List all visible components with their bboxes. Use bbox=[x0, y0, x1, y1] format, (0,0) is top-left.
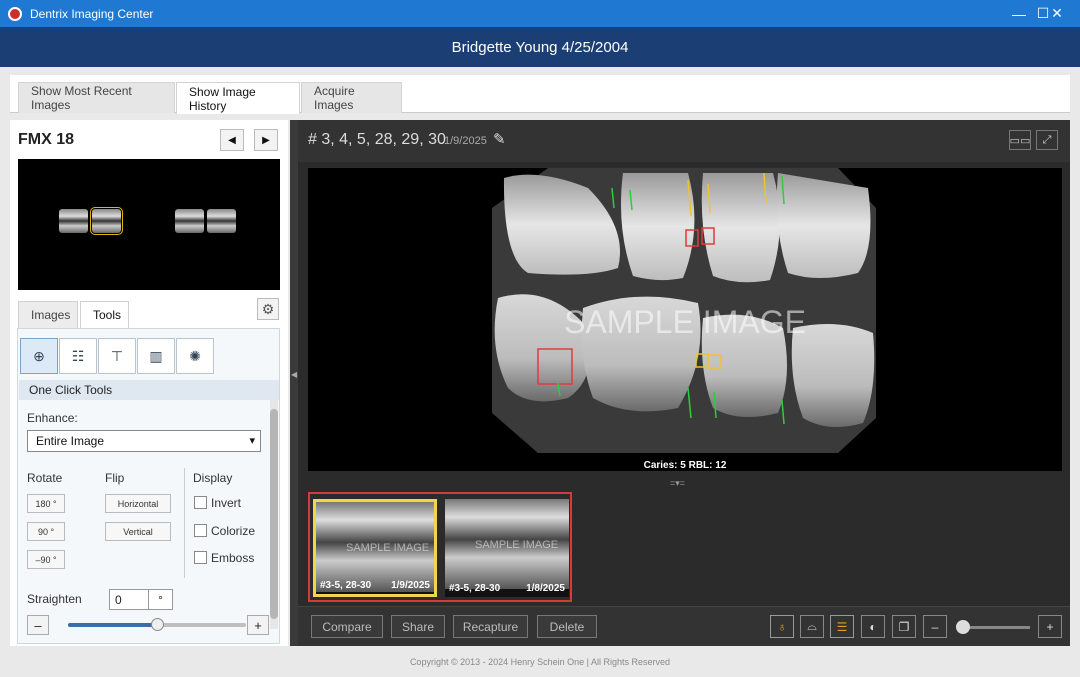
teeth-title: # 3, 4, 5, 28, 29, 30 bbox=[308, 131, 446, 148]
app-logo-icon bbox=[8, 6, 22, 21]
xray-image[interactable]: SAMPLE IMAGE Caries: 5 RBL: 12 bbox=[308, 168, 1062, 471]
strip-handle[interactable]: =▾= bbox=[670, 478, 685, 489]
collapse-arrow-icon: ◀ bbox=[291, 370, 298, 379]
share-button[interactable]: Share bbox=[391, 615, 445, 638]
image-viewer: # 3, 4, 5, 28, 29, 30 1/9/2025 ✎ ▭▭ ⤢ SA… bbox=[298, 120, 1070, 646]
rotate-label: Rotate bbox=[27, 471, 63, 485]
app-title: Dentrix Imaging Center bbox=[30, 6, 154, 21]
straighten-label: Straighten bbox=[27, 592, 82, 606]
viewer-toolbar: Compare Share Recapture Delete ♁ ⌓ ☰ ◐ ❐… bbox=[298, 606, 1070, 646]
caries-rbl-caption: Caries: 5 RBL: 12 bbox=[644, 460, 727, 471]
display-label: Display bbox=[193, 471, 233, 485]
tab-bar: Show Most Recent Images Show Image Histo… bbox=[10, 75, 1070, 114]
straighten-slider-thumb[interactable] bbox=[151, 618, 164, 631]
one-click-tools-heading: One Click Tools bbox=[19, 380, 279, 400]
compare-button[interactable]: Compare bbox=[311, 615, 383, 638]
straighten-slider[interactable] bbox=[68, 618, 246, 631]
straighten-unit: ° bbox=[148, 589, 173, 610]
thumbnail-watermark: SAMPLE IMAGE bbox=[475, 539, 559, 551]
annotation-icon[interactable]: ☷ bbox=[59, 338, 97, 374]
divider bbox=[184, 468, 185, 578]
scrollbar-thumb[interactable] bbox=[270, 409, 278, 619]
emboss-label: Emboss bbox=[211, 551, 255, 565]
delete-button[interactable]: Delete bbox=[537, 615, 597, 638]
straighten-input[interactable]: 0 bbox=[109, 589, 149, 610]
invert-label: Invert bbox=[211, 496, 242, 510]
fmx-image-thumb[interactable] bbox=[59, 209, 88, 233]
thumbnail-date: 1/8/2025 bbox=[526, 583, 565, 594]
watermark: SAMPLE IMAGE bbox=[564, 304, 806, 340]
colorize-label: Colorize bbox=[211, 524, 256, 538]
straighten-plus-button[interactable]: + bbox=[247, 615, 269, 635]
recapture-button[interactable]: Recapture bbox=[453, 615, 528, 638]
flip-vertical-button[interactable]: Vertical bbox=[105, 522, 171, 541]
copyright-footer: Copyright © 2013 - 2024 Henry Schein One… bbox=[409, 657, 671, 667]
straighten-minus-button[interactable]: – bbox=[27, 615, 49, 635]
selection-tool-icon[interactable]: ⊕ bbox=[20, 338, 58, 374]
fmx-image-thumb[interactable] bbox=[175, 209, 204, 233]
layout-toggle-icon[interactable]: ▭▭ bbox=[1009, 130, 1031, 150]
light-bulb-icon[interactable]: ✺ bbox=[176, 338, 214, 374]
upper-tooth bbox=[620, 173, 695, 281]
previous-series-button[interactable]: ◀ bbox=[220, 129, 244, 151]
tab-acquire-images[interactable]: Acquire Images bbox=[301, 82, 402, 113]
measure-icon[interactable]: ⊤ bbox=[98, 338, 136, 374]
tools-panel: ⊕ ☷ ⊤ ▥ ✺ One Click Tools Enhance: Entir… bbox=[17, 328, 280, 644]
patient-header: Bridgette Young 4/25/2004 bbox=[0, 27, 1080, 67]
thumbnail-teeth: #3-5, 28-30 bbox=[320, 580, 372, 591]
rotate-minus-90-button[interactable]: –90 ° bbox=[27, 550, 65, 569]
emboss-checkbox[interactable] bbox=[194, 551, 207, 564]
title-bar: Dentrix Imaging Center — ☐ ✕ bbox=[0, 0, 1080, 27]
history-thumbnails: SAMPLE IMAGE #3-5, 28-30 1/9/2025 SAMPLE… bbox=[308, 492, 572, 602]
history-thumbnail-selected[interactable]: SAMPLE IMAGE #3-5, 28-30 1/9/2025 bbox=[313, 499, 437, 597]
history-thumbnail[interactable]: SAMPLE IMAGE #3-5, 28-30 1/8/2025 bbox=[445, 499, 569, 597]
enhance-value: Entire Image bbox=[36, 434, 105, 448]
panel-splitter[interactable]: ◀ bbox=[290, 120, 298, 646]
copy-icon[interactable]: ❐ bbox=[892, 615, 916, 638]
settings-gear-button[interactable]: ⚙ bbox=[257, 298, 279, 320]
thumbnail-date: 1/9/2025 bbox=[391, 580, 430, 591]
enhance-select[interactable]: Entire Image ▾ bbox=[27, 430, 261, 452]
image-date: 1/9/2025 bbox=[444, 135, 487, 147]
upper-tooth bbox=[776, 173, 871, 278]
zoom-out-button[interactable]: – bbox=[923, 615, 947, 638]
tab-show-most-recent[interactable]: Show Most Recent Images bbox=[18, 82, 175, 113]
fmx-preview[interactable] bbox=[18, 159, 280, 290]
rotate-90-button[interactable]: 90 ° bbox=[27, 522, 65, 541]
adjust-sliders-icon[interactable]: ☰ bbox=[830, 615, 854, 638]
enhance-label: Enhance: bbox=[27, 411, 78, 425]
straighten-slider-fill bbox=[68, 623, 157, 627]
next-series-button[interactable]: ▶ bbox=[254, 129, 278, 151]
histogram-icon[interactable]: ▥ bbox=[137, 338, 175, 374]
series-title: FMX 18 bbox=[18, 131, 75, 148]
zoom-slider-thumb[interactable] bbox=[956, 620, 970, 634]
tooth-icon[interactable]: ♁ bbox=[770, 615, 794, 638]
invert-checkbox[interactable] bbox=[194, 496, 207, 509]
flip-horizontal-button[interactable]: Horizontal bbox=[105, 494, 171, 513]
xray-image-area[interactable]: SAMPLE IMAGE Caries: 5 RBL: 12 bbox=[308, 168, 1062, 471]
edit-pencil-icon[interactable]: ✎ bbox=[493, 130, 506, 148]
close-button[interactable]: ✕ bbox=[1034, 0, 1080, 27]
thumbnail-teeth: #3-5, 28-30 bbox=[449, 583, 501, 594]
fullscreen-icon[interactable]: ⤢ bbox=[1036, 130, 1058, 150]
fmx-image-thumb-selected[interactable] bbox=[90, 207, 123, 235]
fmx-image-thumb[interactable] bbox=[207, 209, 236, 233]
contrast-icon[interactable]: ◐ bbox=[861, 615, 885, 638]
tools-scrollbar[interactable] bbox=[270, 399, 278, 629]
tab-show-image-history[interactable]: Show Image History bbox=[176, 82, 300, 114]
tooth-outline-icon[interactable]: ⌓ bbox=[800, 615, 824, 638]
thumbnail-watermark: SAMPLE IMAGE bbox=[346, 542, 430, 554]
left-panel: FMX 18 ◀ ▶ Images Tools ⚙ ⊕ ☷ ⊤ ▥ ✺ One … bbox=[10, 120, 288, 646]
subtab-tools[interactable]: Tools bbox=[80, 301, 129, 328]
zoom-in-button[interactable]: + bbox=[1038, 615, 1062, 638]
subtab-images[interactable]: Images bbox=[18, 301, 78, 328]
colorize-checkbox[interactable] bbox=[194, 524, 207, 537]
chevron-down-icon: ▾ bbox=[249, 435, 255, 447]
rotate-180-button[interactable]: 180 ° bbox=[27, 494, 65, 513]
viewer-header: # 3, 4, 5, 28, 29, 30 1/9/2025 ✎ ▭▭ ⤢ bbox=[298, 120, 1070, 162]
flip-label: Flip bbox=[105, 471, 125, 485]
